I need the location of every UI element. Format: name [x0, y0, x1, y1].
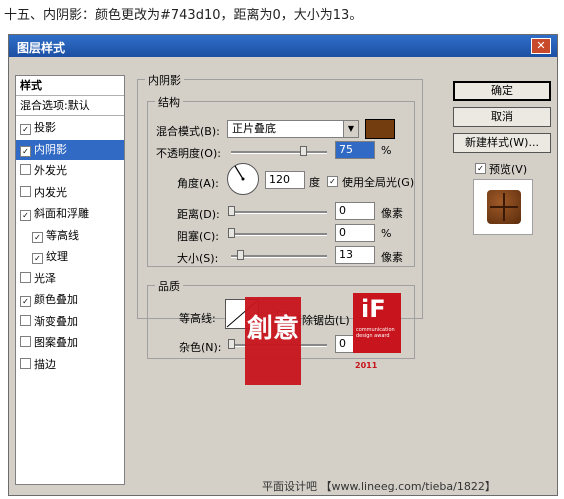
styles-list: 样式 混合选项:默认 投影内阴影外发光内发光斜面和浮雕等高线纹理光泽颜色叠加渐变… — [15, 75, 125, 485]
style-item[interactable]: 内发光 — [16, 183, 124, 203]
structure-title: 结构 — [155, 94, 183, 110]
global-light-label: 使用全局光(G) — [342, 176, 415, 189]
style-preview-thumbnail — [473, 179, 533, 235]
style-item-label: 等高线 — [46, 228, 79, 242]
contour-label: 等高线: — [179, 312, 216, 325]
style-item[interactable]: 描边 — [16, 355, 124, 375]
style-item[interactable]: 投影 — [16, 118, 124, 138]
choke-label: 阻塞(C): — [177, 230, 219, 243]
opacity-slider-track[interactable] — [231, 151, 327, 154]
award-year: 2011 — [355, 361, 378, 370]
size-unit: 像素 — [381, 251, 403, 264]
distance-label: 距离(D): — [177, 208, 220, 221]
choke-slider-track[interactable] — [231, 233, 327, 236]
shadow-color-swatch[interactable] — [365, 119, 395, 139]
style-item-label: 内发光 — [34, 185, 67, 199]
style-item[interactable]: 斜面和浮雕 — [16, 204, 124, 224]
angle-needle-icon — [234, 165, 245, 181]
new-style-button[interactable]: 新建样式(W)... — [453, 133, 551, 153]
style-item-checkbox[interactable] — [20, 145, 31, 157]
style-item-label: 渐变叠加 — [34, 314, 78, 328]
style-item[interactable]: 纹理 — [16, 247, 124, 267]
inner-shadow-title: 内阴影 — [145, 72, 184, 88]
opacity-slider-thumb[interactable] — [300, 146, 307, 156]
style-item[interactable]: 光泽 — [16, 269, 124, 289]
tutorial-caption: 十五、内阴影：颜色更改为#743d10，距离为0，大小为13。 — [4, 8, 363, 23]
style-item-checkbox[interactable] — [20, 124, 31, 135]
blend-options-item[interactable]: 混合选项:默认 — [16, 96, 124, 116]
size-slider-thumb[interactable] — [237, 250, 244, 260]
style-item-checkbox[interactable] — [20, 296, 31, 307]
style-item[interactable]: 颜色叠加 — [16, 290, 124, 310]
style-item-label: 斜面和浮雕 — [34, 207, 89, 220]
style-item-label: 外发光 — [34, 164, 67, 177]
style-item-label: 图案叠加 — [34, 336, 78, 349]
preview-label: 预览(V) — [489, 163, 528, 176]
title-bar[interactable]: 图层样式 ✕ — [9, 35, 557, 57]
quality-title: 品质 — [155, 278, 183, 294]
award-logo-text: iF — [361, 295, 386, 323]
noise-label: 杂色(N): — [179, 341, 222, 354]
dialog-title: 图层样式 — [17, 41, 66, 55]
preview-checkbox[interactable] — [475, 160, 489, 174]
style-item[interactable]: 渐变叠加 — [16, 312, 124, 332]
angle-label: 角度(A): — [177, 177, 219, 190]
angle-dial[interactable] — [227, 163, 259, 195]
ok-button[interactable]: 确定 — [453, 81, 551, 101]
style-item-checkbox[interactable] — [20, 164, 31, 175]
style-item-checkbox[interactable] — [20, 210, 31, 221]
style-item-checkbox[interactable] — [20, 271, 31, 283]
size-label: 大小(S): — [177, 252, 219, 265]
style-item-checkbox[interactable] — [20, 314, 31, 326]
distance-slider-thumb[interactable] — [228, 206, 235, 216]
style-item-label: 颜色叠加 — [34, 293, 78, 306]
style-item-checkbox[interactable] — [20, 336, 31, 347]
cancel-button[interactable]: 取消 — [453, 107, 551, 127]
style-item[interactable]: 内阴影 — [16, 139, 124, 160]
style-item[interactable]: 图案叠加 — [16, 333, 124, 353]
blend-mode-value: 正片叠底 — [232, 122, 276, 135]
distance-slider-track[interactable] — [231, 211, 327, 214]
opacity-unit: % — [381, 144, 392, 157]
noise-slider-thumb[interactable] — [228, 339, 235, 349]
opacity-input[interactable]: 75 — [335, 141, 375, 159]
seal-stamp-text: 創意 — [246, 314, 299, 344]
choke-unit: % — [381, 227, 392, 240]
style-item-label: 描边 — [34, 357, 56, 371]
angle-unit: 度 — [309, 176, 320, 189]
distance-input[interactable]: 0 — [335, 202, 375, 220]
style-item[interactable]: 等高线 — [16, 226, 124, 246]
choke-slider-thumb[interactable] — [228, 228, 235, 238]
style-item-checkbox[interactable] — [20, 185, 31, 197]
global-light-checkbox[interactable] — [327, 173, 341, 187]
layer-style-dialog: 图层样式 ✕ 样式 混合选项:默认 投影内阴影外发光内发光斜面和浮雕等高线纹理光… — [8, 34, 558, 496]
angle-input[interactable]: 120 — [265, 171, 305, 189]
distance-unit: 像素 — [381, 207, 403, 220]
style-item-label: 内阴影 — [34, 142, 67, 156]
choke-input[interactable]: 0 — [335, 224, 375, 242]
style-item-checkbox[interactable] — [32, 231, 43, 243]
chevron-down-icon: ▼ — [343, 121, 358, 137]
award-logo: iF communication design award — [353, 293, 401, 353]
style-item[interactable]: 外发光 — [16, 161, 124, 181]
preview-cookie-image — [487, 190, 521, 224]
size-slider-track[interactable] — [231, 255, 327, 258]
opacity-label: 不透明度(O): — [156, 147, 221, 160]
style-item-label: 纹理 — [46, 250, 68, 263]
blend-mode-label: 混合模式(B): — [156, 125, 220, 138]
footer-watermark: 平面设计吧 【www.lineeg.com/tieba/1822】 — [262, 480, 496, 493]
style-item-checkbox[interactable] — [32, 253, 43, 264]
close-button[interactable]: ✕ — [531, 38, 551, 54]
award-logo-caption: communication design award — [356, 327, 395, 339]
styles-header[interactable]: 样式 — [16, 76, 124, 96]
seal-stamp-image: 創意 — [245, 297, 301, 385]
style-item-label: 投影 — [34, 121, 56, 134]
size-input[interactable]: 13 — [335, 246, 375, 264]
style-item-label: 光泽 — [34, 271, 56, 285]
style-item-checkbox[interactable] — [20, 357, 31, 369]
blend-mode-dropdown[interactable]: 正片叠底 ▼ — [227, 120, 359, 138]
